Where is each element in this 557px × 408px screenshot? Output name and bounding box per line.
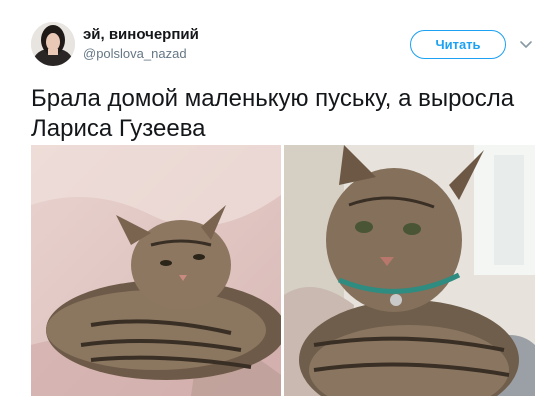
- follow-button[interactable]: Читать: [410, 30, 506, 59]
- adult-cat-photo-image: [284, 145, 535, 396]
- chevron-down-icon[interactable]: [518, 36, 534, 52]
- avatar-image: [31, 22, 75, 66]
- kitten-photo-image: [31, 145, 281, 396]
- photo-adult-cat[interactable]: [284, 145, 535, 396]
- user-handle[interactable]: @polslova_nazad: [83, 46, 199, 62]
- avatar[interactable]: [31, 22, 75, 66]
- user-block[interactable]: эй, виночерпий @polslova_nazad: [83, 26, 199, 62]
- tweet-text: Брала домой маленькую пуську, а выросла …: [31, 85, 515, 142]
- display-name[interactable]: эй, виночерпий: [83, 26, 199, 44]
- tweet-header: эй, виночерпий @polslova_nazad Читать: [0, 0, 557, 80]
- photo-kitten[interactable]: [31, 145, 281, 396]
- tweet-media[interactable]: [31, 145, 535, 396]
